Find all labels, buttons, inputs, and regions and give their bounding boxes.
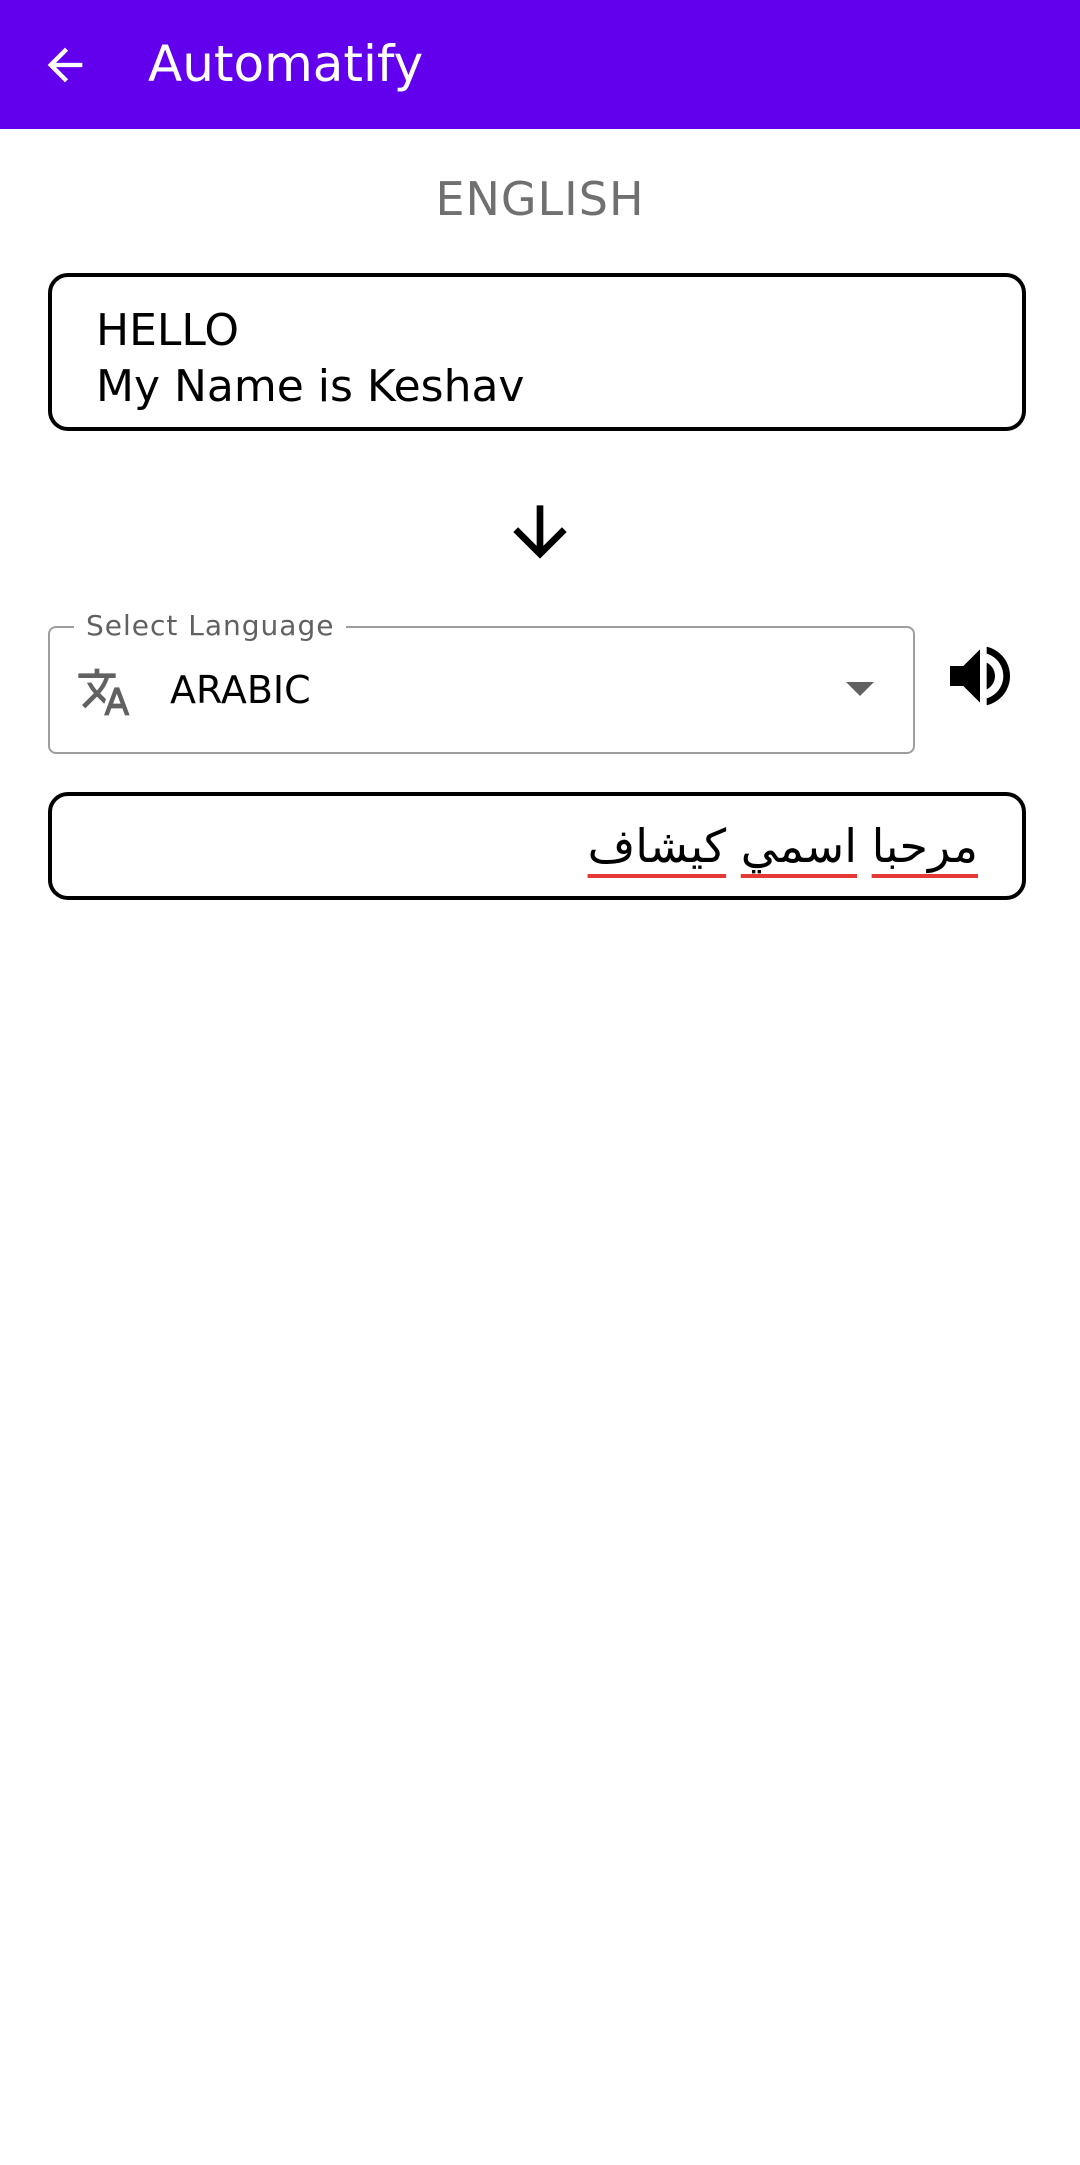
back-button[interactable] — [20, 20, 110, 110]
arrow-back-icon — [47, 47, 83, 83]
source-text-box[interactable]: HELLO My Name is Keshav — [48, 273, 1026, 431]
dropdown-caret-icon[interactable] — [846, 682, 874, 696]
app-title: Automatify — [148, 35, 424, 93]
translated-text-box[interactable]: مرحبا اسمي كيشاف — [48, 792, 1026, 900]
arrow-down-icon — [513, 505, 567, 559]
selected-language: ARABIC — [170, 668, 311, 712]
app-bar: Automatify — [0, 0, 1080, 129]
translated-word: مرحبا — [871, 819, 978, 873]
volume-up-icon[interactable] — [940, 636, 1020, 716]
translated-word: اسمي — [740, 819, 858, 873]
source-language-label: ENGLISH — [435, 172, 645, 226]
language-select[interactable]: Select Language ARABIC — [48, 606, 915, 754]
translate-icon — [78, 668, 130, 716]
translated-word: كيشاف — [587, 819, 727, 873]
